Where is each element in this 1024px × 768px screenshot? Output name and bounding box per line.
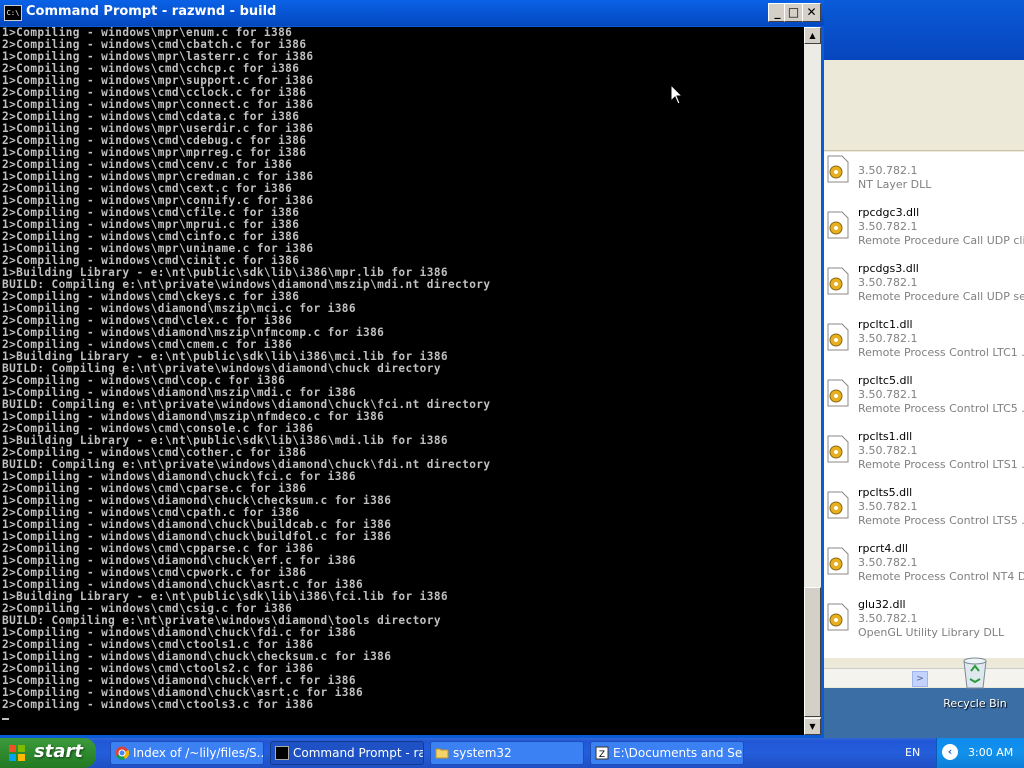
task-command-prompt[interactable]: Command Prompt - ra... [270,741,424,765]
file-description: Remote Process Control NT4 DLL [858,570,1024,583]
close-button[interactable]: ✕ [802,3,821,22]
desktop: 3.50.782.1 NT Layer DLL rpcdgc3.dll 3.50.78… [0,0,1024,738]
file-name: rpcltc1.dll [858,318,913,331]
file-item[interactable]: rpcdgs3.dll 3.50.782.1 Remote Procedure Ca… [824,260,1024,316]
window-title: Command Prompt - razwnd - build [26,4,277,19]
file-version: 3.50.782.1 [858,220,918,233]
file-description: OpenGL Utility Library DLL [858,626,1005,639]
explorer-menubar[interactable] [824,60,1024,89]
recycle-bin-icon [963,657,987,689]
windows-logo-icon [9,745,25,761]
task-chrome[interactable]: Index of /~lily/files/S... [110,741,264,765]
dll-file-icon [827,323,849,351]
dll-file-icon [827,155,849,183]
explorer-toolbar[interactable] [824,88,1024,121]
file-item[interactable]: rpcltc1.dll 3.50.782.1 Remote Process Cont… [824,316,1024,372]
file-name: rpcdgc3.dll [858,206,920,219]
file-version: 3.50.782.1 [858,332,918,345]
file-description: NT Layer DLL [858,178,932,191]
recycle-bin[interactable]: Recycle Bin [940,655,1010,715]
maximize-button[interactable]: □ [784,3,803,22]
file-description: Remote Process Control LTS1 ... [858,458,1024,471]
file-description: Remote Process Control LTC1 ... [858,346,1024,359]
task-explorer-documents[interactable]: Z E:\Documents and Se... [590,741,744,765]
tray-back-icon[interactable]: ‹ [942,744,958,760]
dll-file-icon [827,603,849,631]
language-indicator[interactable]: EN [905,746,920,759]
explorer-window[interactable]: 3.50.782.1 NT Layer DLL rpcdgc3.dll 3.50.78… [824,0,1024,688]
file-version: 3.50.782.1 [858,500,918,513]
task-system32[interactable]: system32 [430,741,584,765]
dll-file-icon [827,491,849,519]
console-line: 2>Compiling - windows\cmd\ctools3.c for … [2,698,314,711]
text-cursor [2,718,9,720]
start-button[interactable]: start [0,738,96,768]
file-version: 3.50.782.1 [858,388,918,401]
file-name: rpclts5.dll [858,486,913,499]
file-name: glu32.dll [858,598,906,611]
dll-file-icon [827,267,849,295]
mouse-cursor-icon [670,84,684,105]
task-label: Command Prompt - ra... [293,746,424,760]
file-name: rpcdgs3.dll [858,262,919,275]
chrome-icon [115,746,129,760]
dll-file-icon [827,211,849,239]
console-output[interactable]: 1>Compiling - windows\mpr\enum.c for i38… [0,27,804,735]
svg-text:Z: Z [599,750,605,760]
cmd-icon [275,746,289,760]
dll-file-icon [827,547,849,575]
file-description: Remote Process Control LTS5 ... [858,514,1024,527]
scroll-up-button[interactable]: ▲ [804,27,821,44]
file-version: 3.50.782.1 [858,164,918,177]
start-label: start [34,741,83,762]
recycle-bin-label: Recycle Bin [943,697,1007,710]
cmd-icon[interactable]: C:\ [4,5,22,21]
file-item[interactable]: rpclts1.dll 3.50.782.1 Remote Process Cont… [824,428,1024,484]
explorer-titlebar[interactable] [824,0,1024,60]
cmd-titlebar[interactable]: C:\ Command Prompt - razwnd - build _ □ … [0,0,824,26]
file-version: 3.50.782.1 [858,444,918,457]
console-vertical-scrollbar[interactable]: ▲ ▼ [804,27,821,735]
zip-icon: Z [595,746,609,760]
file-item[interactable]: rpcltc5.dll 3.50.782.1 Remote Process Cont… [824,372,1024,428]
file-version: 3.50.782.1 [858,612,918,625]
explorer-address-bar[interactable] [824,120,1024,151]
dll-file-icon [827,379,849,407]
scroll-down-button[interactable]: ▼ [804,718,821,735]
scroll-right-arrow[interactable]: > [912,671,928,687]
dll-file-icon [827,435,849,463]
taskbar: start Index of /~lily/files/S... Command… [0,738,1024,768]
file-item[interactable]: rpcrt4.dll 3.50.782.1 Remote Process Contr… [824,540,1024,596]
explorer-file-list[interactable]: 3.50.782.1 NT Layer DLL rpcdgc3.dll 3.50.78… [824,152,1024,658]
clock[interactable]: 3:00 AM [968,746,1013,759]
file-description: Remote Process Control LTC5 ... [858,402,1024,415]
file-version: 3.50.782.1 [858,276,918,289]
command-prompt-window[interactable]: C:\ Command Prompt - razwnd - build _ □ … [0,0,824,738]
file-item[interactable]: rpcdgc3.dll 3.50.782.1 Remote Procedure Ca… [824,204,1024,260]
file-name: rpcltc5.dll [858,374,913,387]
console-text: 1>Compiling - windows\mpr\enum.c for i38… [0,27,804,723]
scroll-thumb[interactable] [804,587,821,717]
file-version: 3.50.782.1 [858,556,918,569]
file-name: rpcrt4.dll [858,542,908,555]
file-description: Remote Procedure Call UDP se... [858,290,1024,303]
task-label: system32 [453,746,512,760]
file-item[interactable]: rpclts5.dll 3.50.782.1 Remote Process Cont… [824,484,1024,540]
folder-icon [435,748,449,759]
file-item[interactable]: glu32.dll 3.50.782.1 OpenGL Utility Librar… [824,596,1024,652]
file-name: rpclts1.dll [858,430,913,443]
file-description: Remote Procedure Call UDP cli... [858,234,1024,247]
task-label: Index of /~lily/files/S... [133,746,264,760]
file-item[interactable]: 3.50.782.1 NT Layer DLL [824,152,1024,204]
task-label: E:\Documents and Se... [613,746,744,760]
